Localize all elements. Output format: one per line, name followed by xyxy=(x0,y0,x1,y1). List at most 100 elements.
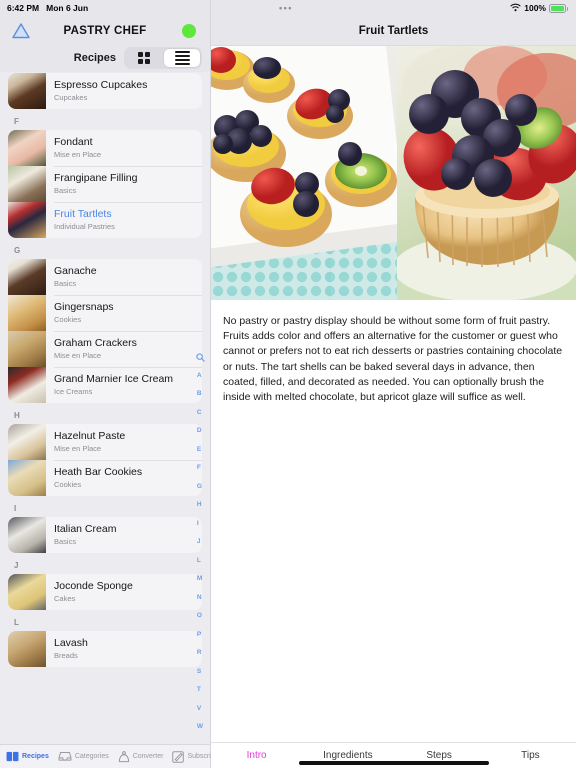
alpha-index-l[interactable]: L xyxy=(197,552,203,571)
recipe-group: Joconde Sponge Cakes xyxy=(8,574,202,610)
tab-ingredients[interactable]: Ingredients xyxy=(302,750,393,761)
recipe-thumbnail xyxy=(8,130,46,166)
list-item[interactable]: Heath Bar Cookies Cookies xyxy=(8,460,202,496)
recipe-name: Joconde Sponge xyxy=(54,580,133,592)
compose-icon xyxy=(172,750,185,763)
status-date: Mon 6 Jun xyxy=(46,3,89,13)
grid-view-icon xyxy=(138,52,150,64)
alpha-index-f[interactable]: F xyxy=(197,459,203,478)
recipe-category: Basics xyxy=(54,186,77,195)
recipe-category: Breads xyxy=(54,651,78,660)
alpha-index-w[interactable]: W xyxy=(197,718,203,737)
recipe-category: Cookies xyxy=(54,480,82,489)
recipes-scroll-list[interactable]: Espresso Cupcakes Cupcakes F Fondant Mise en… xyxy=(0,72,210,744)
recipe-category: Mise en Place xyxy=(54,150,102,159)
tab-categories[interactable]: Categories xyxy=(58,751,109,762)
battery-percent-label: 100% xyxy=(524,3,546,13)
list-item[interactable]: Frangipane Filling Basics xyxy=(8,166,202,202)
window-menu-dots-icon[interactable]: ••• xyxy=(221,3,293,13)
tab-intro[interactable]: Intro xyxy=(211,750,302,761)
list-item[interactable]: Graham Crackers Mise en Place xyxy=(8,331,202,367)
recipe-thumbnail xyxy=(8,166,46,202)
alphabet-index[interactable]: ABCDEFGHIJLMNOPRSTVW xyxy=(191,348,209,737)
book-icon xyxy=(6,751,19,762)
alpha-index-m[interactable]: M xyxy=(197,570,203,589)
list-item[interactable]: Hazelnut Paste Mise en Place xyxy=(8,424,202,460)
alpha-index-e[interactable]: E xyxy=(197,441,203,460)
recipe-category: Mise en Place xyxy=(54,444,102,453)
recipe-category: Basics xyxy=(54,537,77,546)
recipe-title: Fruit Tartlets xyxy=(358,24,429,37)
grid-view-button[interactable] xyxy=(126,49,162,67)
battery-charging-icon xyxy=(549,3,568,13)
tab-recipes[interactable]: Recipes xyxy=(6,751,49,762)
recipe-category: Basics xyxy=(54,279,77,288)
fruit-tartlet-closeup-photo xyxy=(397,46,576,300)
search-icon[interactable] xyxy=(195,348,205,367)
alpha-index-v[interactable]: V xyxy=(197,700,203,719)
page-title: PASTRY CHEF xyxy=(63,25,147,37)
list-item[interactable]: Gingersnaps Cookies xyxy=(8,295,202,331)
section-header-i: I xyxy=(14,504,17,513)
alpha-index-j[interactable]: J xyxy=(197,533,203,552)
recipe-name: Italian Cream xyxy=(54,523,117,535)
tab-tips[interactable]: Tips xyxy=(485,750,576,761)
alpha-index-r[interactable]: R xyxy=(197,644,203,663)
list-item[interactable]: Ganache Basics xyxy=(8,259,202,295)
recipe-name: Gingersnaps xyxy=(54,301,114,313)
recipe-category: Individual Pastries xyxy=(54,222,115,231)
alpha-index-n[interactable]: N xyxy=(197,589,203,608)
alpha-index-b[interactable]: B xyxy=(197,385,203,404)
left-tab-bar[interactable]: Recipes Categories Converter Subscriptio… xyxy=(0,744,226,768)
recipe-thumbnail xyxy=(8,574,46,610)
alpha-index-g[interactable]: G xyxy=(197,478,203,497)
list-view-button[interactable] xyxy=(164,49,200,67)
alpha-index-h[interactable]: H xyxy=(197,496,203,515)
tab-converter-label: Converter xyxy=(132,753,164,760)
recipe-name: Frangipane Filling xyxy=(54,172,138,184)
list-item[interactable]: Fondant Mise en Place xyxy=(8,130,202,166)
home-indicator xyxy=(298,761,489,765)
recipe-name: Grand Marnier Ice Cream xyxy=(54,373,174,385)
alpha-index-c[interactable]: C xyxy=(197,404,203,423)
alpha-index-o[interactable]: O xyxy=(197,607,203,626)
section-header-l: L xyxy=(14,618,19,627)
recipe-name: Hazelnut Paste xyxy=(54,430,126,442)
recipe-category: Cupcakes xyxy=(54,93,88,102)
recipe-name: Fruit Tartlets xyxy=(54,208,112,220)
section-header-g: G xyxy=(14,246,21,255)
detail-header: Fruit Tartlets xyxy=(211,16,576,46)
tab-recipes-label: Recipes xyxy=(22,753,49,760)
section-header-j: J xyxy=(14,561,19,570)
recipe-thumbnail xyxy=(8,202,46,238)
recipe-name: Lavash xyxy=(54,637,88,649)
alpha-index-s[interactable]: S xyxy=(197,663,203,682)
section-header-h: H xyxy=(14,411,20,420)
view-mode-segmented-control[interactable] xyxy=(124,47,202,69)
recipe-category: Mise en Place xyxy=(54,351,102,360)
alpha-index-t[interactable]: T xyxy=(197,681,203,700)
recipe-category: Cookies xyxy=(54,315,82,324)
tab-steps[interactable]: Steps xyxy=(394,750,485,761)
tab-converter[interactable]: Converter xyxy=(118,750,164,763)
list-item[interactable]: Espresso Cupcakes Cupcakes xyxy=(8,73,202,109)
recipe-thumbnail xyxy=(8,517,46,553)
list-item[interactable]: Lavash Breads xyxy=(8,631,202,667)
list-view-icon xyxy=(174,51,190,65)
alpha-index-d[interactable]: D xyxy=(197,422,203,441)
recipe-thumbnail xyxy=(8,367,46,403)
recipe-group: Ganache Basics Gingersnaps Cookies Graham Cr… xyxy=(8,259,202,403)
status-badge xyxy=(182,24,196,38)
list-item[interactable]: Grand Marnier Ice Cream Ice Creams xyxy=(8,367,202,403)
recipe-group: Espresso Cupcakes Cupcakes xyxy=(8,73,202,109)
list-item[interactable]: Italian Cream Basics xyxy=(8,517,202,553)
recipe-thumbnail xyxy=(8,295,46,331)
tray-icon xyxy=(58,751,72,761)
alpha-index-i[interactable]: I xyxy=(197,515,203,534)
alpha-index-a[interactable]: A xyxy=(197,367,203,386)
recipe-thumbnail xyxy=(8,460,46,496)
list-item[interactable]: Fruit Tartlets Individual Pastries xyxy=(8,202,202,238)
list-item[interactable]: Joconde Sponge Cakes xyxy=(8,574,202,610)
alpha-index-p[interactable]: P xyxy=(197,626,203,645)
recipe-intro-text: No pastry or pastry display should be wi… xyxy=(223,315,563,404)
